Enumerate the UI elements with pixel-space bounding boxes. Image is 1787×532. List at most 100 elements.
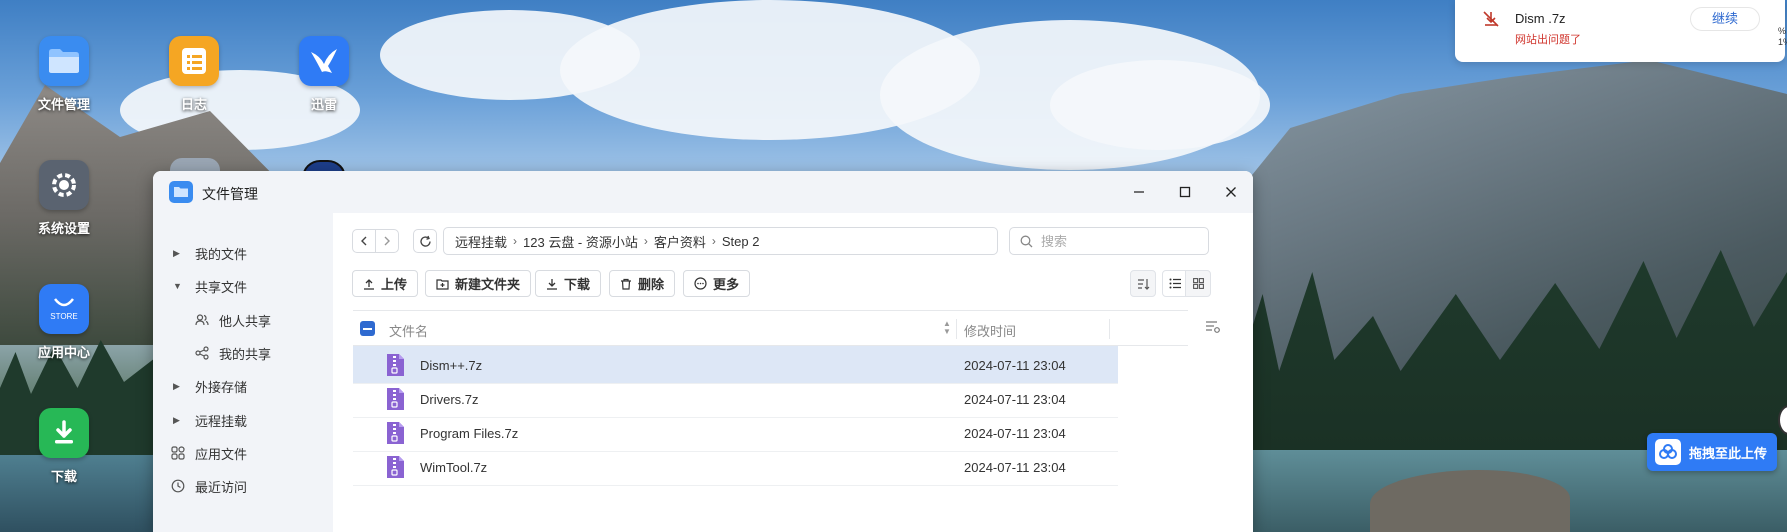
thunder-bird-icon (299, 36, 349, 86)
download-notification: Dism .7z 网站出问题了 继续 (1455, 0, 1785, 62)
sidebar-item-remote-mount[interactable]: ▶ 远程挂载 (153, 403, 333, 437)
sidebar-item-recent[interactable]: 最近访问 (153, 469, 333, 503)
sidebar-item-label: 外接存储 (195, 379, 248, 395)
file-manager-window: 文件管理 ▶ 我的文件 ▼ 共享文件 他人共享 我的共享 ▶ 外接存储 ▶ 远程… (153, 171, 1253, 532)
sidebar-item-my-files[interactable]: ▶ 我的文件 (153, 236, 333, 270)
desktop-icon-label: 应用中心 (37, 345, 90, 360)
file-modified: 2024-07-11 23:04 (964, 358, 1066, 373)
table-row[interactable]: Dism++.7z 2024-07-11 23:04 (353, 346, 1118, 384)
more-label: 更多 (713, 277, 740, 292)
desktop-icon-label: 迅雷 (310, 97, 337, 112)
rock (1370, 470, 1570, 532)
desktop-icon-file-manager[interactable]: 文件管理 (14, 36, 114, 113)
archive-file-icon (385, 421, 405, 445)
desktop-icon-settings[interactable]: 系统设置 (14, 160, 114, 237)
sidebar: ▶ 我的文件 ▼ 共享文件 他人共享 我的共享 ▶ 外接存储 ▶ 远程挂载 应用… (153, 213, 333, 532)
trash-icon (621, 278, 631, 290)
column-settings-button[interactable] (1205, 320, 1221, 339)
list-view-icon (1169, 278, 1181, 289)
edge-percent-text: % 1% (1778, 26, 1787, 47)
table-row[interactable]: Program Files.7z 2024-07-11 23:04 (353, 414, 1118, 452)
sidebar-item-label: 他人共享 (219, 313, 272, 329)
clock-icon (171, 479, 185, 493)
file-modified: 2024-07-11 23:04 (964, 460, 1066, 475)
download-failed-icon (1482, 10, 1500, 33)
sidebar-item-label: 我的共享 (219, 346, 272, 362)
new-folder-label: 新建文件夹 (455, 277, 521, 292)
breadcrumb-separator: › (513, 234, 518, 248)
table-header: 文件名 ▲ ▼ 修改时间 (353, 310, 1188, 346)
store-badge: STORE (50, 312, 78, 321)
refresh-button[interactable] (413, 229, 437, 253)
back-button[interactable] (352, 229, 376, 253)
grid-view-icon (1192, 278, 1204, 289)
sidebar-item-label: 共享文件 (195, 279, 248, 295)
breadcrumb-item[interactable]: Step 2 (722, 234, 760, 249)
sidebar-item-my-shares[interactable]: 我的共享 (153, 336, 333, 370)
desktop-icon-label: 日志 (180, 97, 207, 112)
breadcrumb-item[interactable]: 客户资料 (654, 232, 706, 251)
sidebar-item-label: 应用文件 (195, 446, 248, 462)
new-folder-icon (436, 278, 449, 290)
table-row[interactable]: Drivers.7z 2024-07-11 23:04 (353, 380, 1118, 418)
desktop-icon-app-center[interactable]: STORE 应用中心 (14, 284, 114, 361)
folder-icon (169, 181, 193, 203)
apps-icon (171, 446, 185, 460)
breadcrumb-item[interactable]: 123 云盘 - 资源小站 (523, 232, 638, 251)
maximize-icon (1179, 186, 1191, 198)
close-icon (1226, 187, 1236, 197)
maximize-button[interactable] (1173, 180, 1197, 204)
desktop-icon-download[interactable]: 下载 (14, 408, 114, 485)
breadcrumb-item[interactable]: 远程挂载 (455, 232, 507, 251)
forward-button[interactable] (375, 229, 399, 253)
refresh-icon (419, 235, 431, 247)
search-box (1009, 227, 1209, 255)
more-button[interactable]: 更多 (683, 270, 751, 297)
desktop-icon-label: 文件管理 (37, 97, 90, 112)
grid-view-button[interactable] (1185, 270, 1211, 297)
column-divider[interactable] (1109, 319, 1110, 339)
sidebar-item-shared-files[interactable]: ▼ 共享文件 (153, 269, 333, 303)
sort-arrows-icon[interactable]: ▲ ▼ (943, 320, 951, 336)
upload-button[interactable]: 上传 (352, 270, 419, 297)
download-label: 下载 (564, 277, 591, 292)
delete-button[interactable]: 删除 (609, 270, 676, 297)
sidebar-item-external-storage[interactable]: ▶ 外接存储 (153, 369, 333, 403)
desktop-icon-log[interactable]: 日志 (144, 36, 244, 113)
main-panel: 远程挂载 › 123 云盘 - 资源小站 › 客户资料 › Step 2 上传 … (333, 213, 1253, 532)
minimize-button[interactable] (1127, 180, 1151, 204)
new-folder-button[interactable]: 新建文件夹 (425, 270, 532, 297)
share-icon (195, 346, 209, 360)
window-title: 文件管理 (202, 186, 258, 202)
sidebar-item-app-files[interactable]: 应用文件 (153, 436, 333, 470)
column-header-name[interactable]: 文件名 (389, 321, 428, 340)
drop-upload-badge[interactable]: 拖拽至此上传 (1647, 433, 1777, 471)
archive-file-icon (385, 387, 405, 411)
chevron-left-icon (361, 236, 367, 246)
chevron-right-icon (384, 236, 390, 246)
sidebar-item-label: 最近访问 (195, 479, 248, 495)
continue-button[interactable]: 继续 (1690, 7, 1760, 31)
drop-upload-label: 拖拽至此上传 (1689, 445, 1768, 461)
desktop-icon-label: 系统设置 (37, 221, 90, 236)
column-header-modified[interactable]: 修改时间 (964, 321, 1016, 340)
sidebar-item-label: 远程挂载 (195, 413, 248, 429)
table-row[interactable]: WimTool.7z 2024-07-11 23:04 (353, 448, 1118, 486)
download-button[interactable]: 下载 (535, 270, 602, 297)
column-divider[interactable] (956, 319, 957, 339)
cloud-upload-icon (1655, 439, 1681, 465)
search-input[interactable] (1041, 233, 1191, 249)
upload-label: 上传 (381, 277, 408, 292)
title-bar[interactable]: 文件管理 (153, 171, 1253, 213)
breadcrumb: 远程挂载 › 123 云盘 - 资源小站 › 客户资料 › Step 2 (443, 227, 998, 255)
select-all-checkbox[interactable] (360, 321, 375, 336)
close-button[interactable] (1219, 180, 1243, 204)
desktop-icon-thunder[interactable]: 迅雷 (274, 36, 374, 113)
chevron-right-icon: ▶ (173, 247, 180, 258)
sidebar-item-shared-with-me[interactable]: 他人共享 (153, 303, 333, 337)
search-icon (1020, 235, 1033, 247)
sort-button[interactable] (1130, 270, 1156, 297)
folder-icon (39, 36, 89, 86)
sidebar-item-label: 我的文件 (195, 246, 248, 262)
log-icon (169, 36, 219, 86)
